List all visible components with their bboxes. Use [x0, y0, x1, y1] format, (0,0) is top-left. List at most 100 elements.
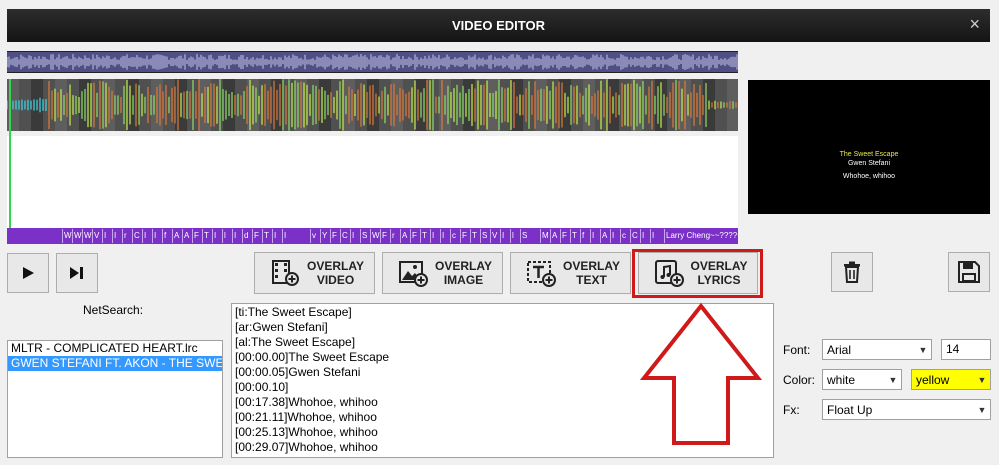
lyric-marker[interactable]: A [600, 229, 607, 243]
color-select-value: white [827, 372, 856, 387]
color-select[interactable]: white ▼ [822, 369, 902, 390]
arrow-up-icon [640, 302, 762, 445]
overlay-text-label-2: TEXT [576, 273, 607, 287]
lyric-marker[interactable]: T [262, 229, 269, 243]
lyric-marker[interactable]: I [142, 229, 146, 243]
lyric-marker[interactable]: I [500, 229, 504, 243]
delete-button[interactable] [831, 252, 873, 292]
lyric-marker[interactable]: I [272, 229, 276, 243]
lyric-marker[interactable]: I [590, 229, 594, 243]
overlay-video-button[interactable]: OVERLAY VIDEO [254, 252, 375, 294]
font-label: Font: [783, 343, 811, 357]
lyric-marker[interactable]: c [620, 229, 626, 243]
lyrics-file-list[interactable]: MLTR - COMPLICATED HEART.lrc GWEN STEFAN… [7, 340, 223, 458]
preview-title-line: The Sweet Escape [839, 151, 899, 158]
lyric-marker[interactable]: W [72, 229, 82, 243]
lyric-marker[interactable]: f [162, 229, 166, 243]
lyric-marker[interactable]: c [450, 229, 456, 243]
list-item[interactable]: MLTR - COMPLICATED HEART.lrc [8, 341, 222, 356]
lyric-marker[interactable]: C [340, 229, 348, 243]
lyric-marker[interactable]: A [182, 229, 189, 243]
lyric-marker[interactable]: F [560, 229, 567, 243]
fx-select-value: Float Up [827, 402, 873, 417]
lyric-marker[interactable]: F [410, 229, 417, 243]
lyric-marker[interactable]: Larry Cheng~~????~~? [664, 229, 738, 243]
timeline-editor: WWWVIIrCIIfAAFTIlIdFTIIvYFCISWFrAFTIIcFT… [6, 44, 990, 249]
lyric-marker[interactable]: S [480, 229, 487, 243]
overlay-image-label-2: IMAGE [443, 273, 484, 287]
lyric-marker[interactable]: I [152, 229, 156, 243]
close-icon[interactable]: × [969, 15, 980, 33]
lyric-marker[interactable]: F [192, 229, 199, 243]
lyric-marker[interactable]: V [92, 229, 99, 243]
lyric-marker[interactable]: F [380, 229, 387, 243]
playhead[interactable] [9, 79, 11, 229]
lyric-marker[interactable]: V [490, 229, 497, 243]
lyrics-button-highlight [632, 249, 763, 298]
lyric-marker[interactable]: T [470, 229, 477, 243]
lyric-marker[interactable]: C [630, 229, 638, 243]
lyric-marker[interactable]: r [390, 229, 395, 243]
save-icon [958, 261, 980, 283]
lyric-marker[interactable]: I [112, 229, 116, 243]
lyric-marker[interactable]: S [520, 229, 527, 243]
save-button[interactable] [948, 252, 990, 292]
lyric-marker[interactable]: I [350, 229, 354, 243]
overlay-video-label-2: VIDEO [316, 273, 355, 287]
lyric-marker[interactable]: W [370, 229, 380, 243]
lyric-marker[interactable]: I [212, 229, 216, 243]
lyric-marker[interactable]: I [282, 229, 286, 243]
overlay-image-button[interactable]: OVERLAY IMAGE [382, 252, 503, 294]
lyric-marker[interactable]: I [650, 229, 654, 243]
lyric-marker[interactable]: Y [320, 229, 327, 243]
fx-label: Fx: [783, 403, 800, 417]
lyric-marker[interactable]: T [570, 229, 577, 243]
lyric-marker[interactable]: F [460, 229, 467, 243]
preview-artist-line: Gwen Stefani [847, 160, 891, 167]
lyric-marker[interactable]: I [610, 229, 614, 243]
lyrics-track[interactable]: WWWVIIrCIIfAAFTIlIdFTIIvYFCISWFrAFTIIcFT… [7, 228, 738, 244]
font-select-value: Arial [827, 342, 852, 357]
lyric-marker[interactable]: I [232, 229, 236, 243]
fx-select[interactable]: Float Up ▼ [822, 399, 991, 420]
color2-select[interactable]: yellow ▼ [911, 369, 991, 390]
lyric-marker[interactable]: W [62, 229, 72, 243]
lyric-marker[interactable]: W [82, 229, 92, 243]
lyric-marker[interactable]: r [122, 229, 127, 243]
overview-waveform[interactable] [6, 51, 738, 73]
font-select[interactable]: Arial ▼ [822, 339, 932, 360]
lyric-marker[interactable]: A [550, 229, 557, 243]
lyric-marker[interactable]: M [540, 229, 549, 243]
overlay-text-label-1: OVERLAY [563, 259, 620, 273]
font-size-input[interactable]: 14 [941, 339, 991, 360]
lyric-marker[interactable]: I [640, 229, 644, 243]
lyric-marker[interactable]: A [400, 229, 407, 243]
lyric-marker[interactable]: T [420, 229, 427, 243]
list-item-selected[interactable]: GWEN STEFANI FT. AKON - THE SWEET ESCAPE… [8, 356, 222, 371]
play-button[interactable] [7, 253, 49, 293]
lyric-marker[interactable]: I [440, 229, 444, 243]
lyric-marker[interactable]: f [580, 229, 584, 243]
netsearch-label: NetSearch: [83, 303, 144, 317]
lyric-marker[interactable]: T [202, 229, 209, 243]
lyric-marker[interactable]: A [172, 229, 179, 243]
video-track[interactable] [7, 136, 738, 228]
overlay-text-button[interactable]: OVERLAY TEXT [510, 252, 631, 294]
chevron-down-icon: ▼ [977, 374, 987, 385]
preview-lyric-line: Whohoe, whihoo [842, 173, 896, 180]
next-button[interactable] [56, 253, 98, 293]
lyric-marker[interactable]: F [252, 229, 259, 243]
title-bar-inner: VIDEO EDITOR × [7, 9, 990, 42]
lyric-marker[interactable]: I [102, 229, 106, 243]
color2-select-value: yellow [916, 372, 950, 387]
lyric-marker[interactable]: F [330, 229, 337, 243]
audio-waveform[interactable] [6, 79, 739, 131]
lyric-marker[interactable]: I [430, 229, 434, 243]
lyric-marker[interactable]: S [360, 229, 367, 243]
lyric-marker[interactable]: d [242, 229, 248, 243]
overview-waveform-graphic [6, 54, 738, 70]
lyric-marker[interactable]: v [310, 229, 316, 243]
lyric-marker[interactable]: l [510, 229, 514, 243]
lyric-marker[interactable]: l [222, 229, 226, 243]
lyric-marker[interactable]: C [132, 229, 140, 243]
